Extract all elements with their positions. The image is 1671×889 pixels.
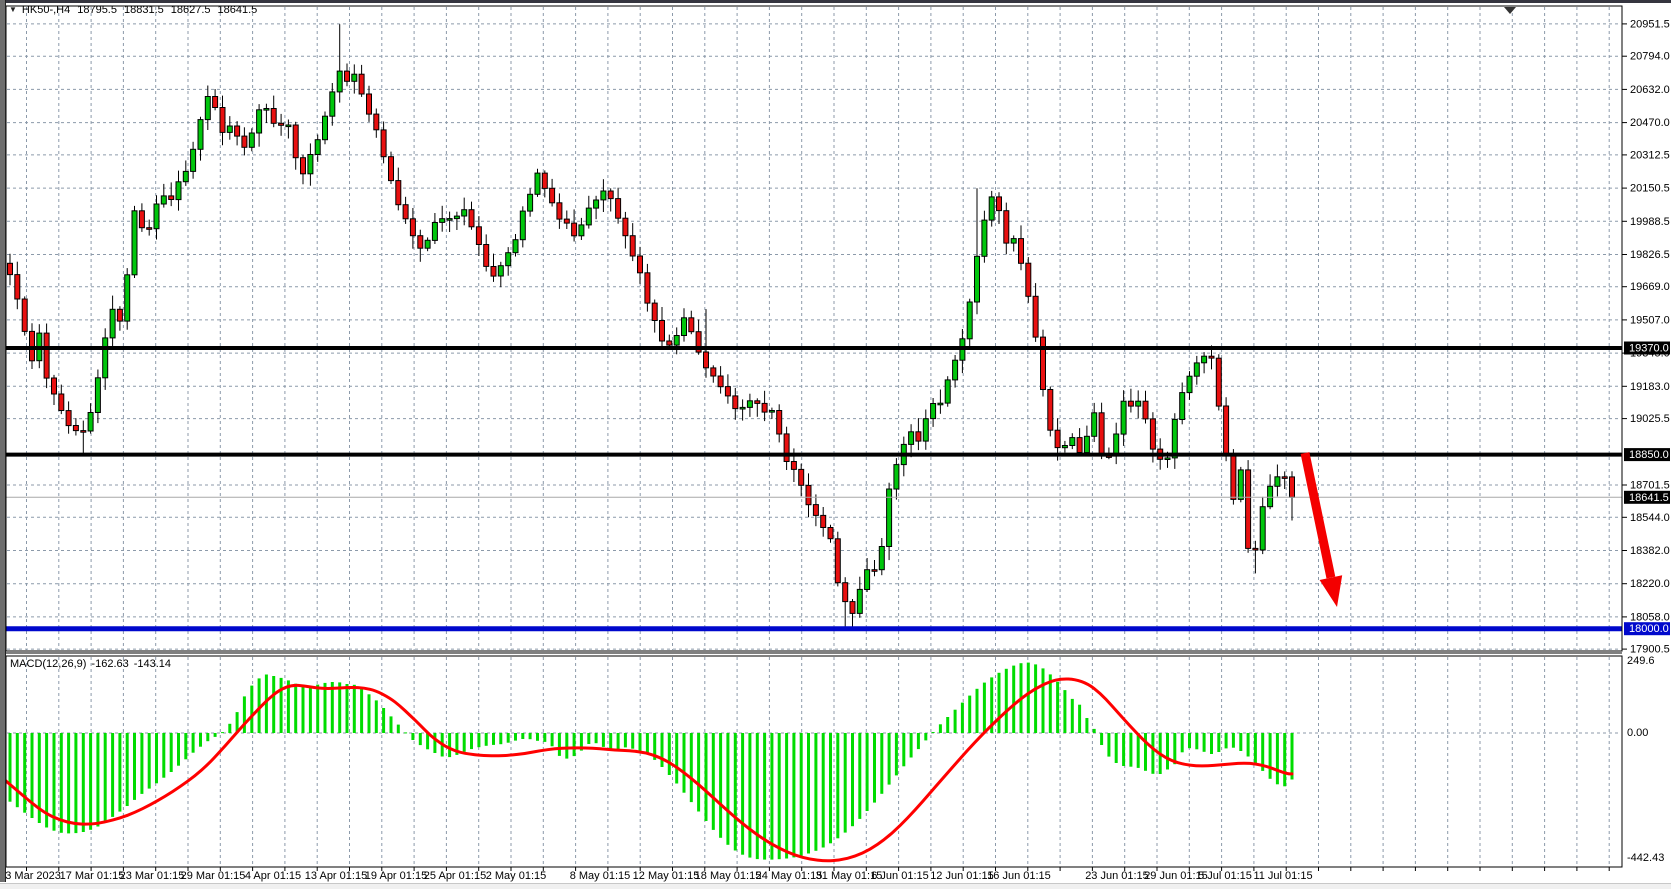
svg-text:11 Jul 01:15: 11 Jul 01:15: [1253, 870, 1312, 882]
svg-text:19183.0: 19183.0: [1630, 381, 1670, 393]
svg-text:12 May 01:15: 12 May 01:15: [633, 870, 700, 882]
macd-panel[interactable]: [0, 652, 1623, 868]
symbol-ohlc-label: ▼ HK50-,H4 18795.5 18831.5 18627.5 18641.5: [9, 4, 264, 16]
macd-axis-min: -442.43: [1627, 852, 1665, 864]
svg-text:5 Jul 01:15: 5 Jul 01:15: [1198, 870, 1252, 882]
svg-text:17900.5: 17900.5: [1630, 644, 1670, 656]
ohlc-open: 18795.5: [77, 4, 117, 16]
svg-text:6 Jun 01:15: 6 Jun 01:15: [871, 870, 929, 882]
svg-text:20632.0: 20632.0: [1630, 84, 1670, 96]
svg-text:19669.0: 19669.0: [1630, 281, 1670, 293]
window-bottom-strip: [0, 883, 1671, 889]
svg-text:8 May 01:15: 8 May 01:15: [570, 870, 631, 882]
macd-axis-max: 249.6: [1627, 655, 1655, 667]
svg-text:18000.0: 18000.0: [1629, 623, 1669, 635]
svg-text:19507.0: 19507.0: [1630, 314, 1670, 326]
svg-text:18641.5: 18641.5: [1629, 492, 1669, 504]
svg-text:17 Mar 01:15: 17 Mar 01:15: [60, 870, 125, 882]
window-top-border: [0, 0, 1671, 3]
svg-text:19988.5: 19988.5: [1630, 216, 1670, 228]
svg-text:18382.0: 18382.0: [1630, 545, 1670, 557]
chevron-down-icon[interactable]: ▼: [9, 5, 17, 14]
time-axis: 13 Mar 202317 Mar 01:1523 Mar 01:1529 Ma…: [0, 867, 1610, 882]
svg-text:13 Mar 2023: 13 Mar 2023: [0, 870, 61, 882]
svg-text:20951.5: 20951.5: [1630, 18, 1670, 30]
macd-indicator-label: MACD(12,26,9) -162.63 -143.14: [10, 658, 176, 670]
svg-text:18850.0: 18850.0: [1629, 449, 1669, 461]
window-left-border: [0, 0, 6, 882]
svg-text:18701.5: 18701.5: [1630, 480, 1670, 492]
trading-terminal-window: 20951.5 20794.0 20632.0 20470.0 20312.5 20150…: [0, 0, 1671, 889]
svg-text:16 Jun 01:15: 16 Jun 01:15: [987, 870, 1051, 882]
svg-text:20794.0: 20794.0: [1630, 51, 1670, 63]
svg-text:20312.5: 20312.5: [1630, 149, 1670, 161]
svg-text:18544.0: 18544.0: [1630, 512, 1670, 524]
svg-text:4 Apr 01:15: 4 Apr 01:15: [245, 870, 301, 882]
svg-text:19370.0: 19370.0: [1629, 343, 1669, 355]
svg-text:18220.0: 18220.0: [1630, 578, 1670, 590]
svg-text:18058.0: 18058.0: [1630, 611, 1670, 623]
svg-text:23 Jun 01:15: 23 Jun 01:15: [1085, 870, 1149, 882]
svg-text:19 Apr 01:15: 19 Apr 01:15: [365, 870, 427, 882]
ohlc-high: 18831.5: [123, 4, 164, 16]
macd-main-value: -162.63: [91, 658, 129, 670]
ohlc-close: 18641.5: [217, 4, 258, 16]
price-axis: 20951.5 20794.0 20632.0 20470.0 20312.5 20150…: [1622, 18, 1670, 656]
svg-text:24 May 01:15: 24 May 01:15: [756, 870, 823, 882]
svg-text:20150.5: 20150.5: [1630, 183, 1670, 195]
macd-name: MACD(12,26,9): [10, 658, 87, 670]
ohlc-low: 18627.5: [170, 4, 211, 16]
macd-axis-zero: 0.00: [1627, 727, 1649, 739]
svg-text:19826.5: 19826.5: [1630, 249, 1670, 261]
svg-text:18 May 01:15: 18 May 01:15: [695, 870, 762, 882]
symbol-name: HK50-,H4: [21, 4, 71, 16]
svg-text:2 May 01:15: 2 May 01:15: [486, 870, 547, 882]
svg-text:20470.0: 20470.0: [1630, 117, 1670, 129]
svg-text:12 Jun 01:15: 12 Jun 01:15: [930, 870, 994, 882]
macd-signal-value: -143.14: [133, 658, 172, 670]
svg-text:25 Apr 01:15: 25 Apr 01:15: [424, 870, 486, 882]
svg-text:29 Mar 01:15: 29 Mar 01:15: [181, 870, 246, 882]
svg-text:19025.5: 19025.5: [1630, 413, 1670, 425]
chart-canvas[interactable]: 20951.5 20794.0 20632.0 20470.0 20312.5 20150…: [0, 0, 1671, 889]
svg-text:23 Mar 01:15: 23 Mar 01:15: [120, 870, 185, 882]
svg-text:13 Apr 01:15: 13 Apr 01:15: [305, 870, 367, 882]
